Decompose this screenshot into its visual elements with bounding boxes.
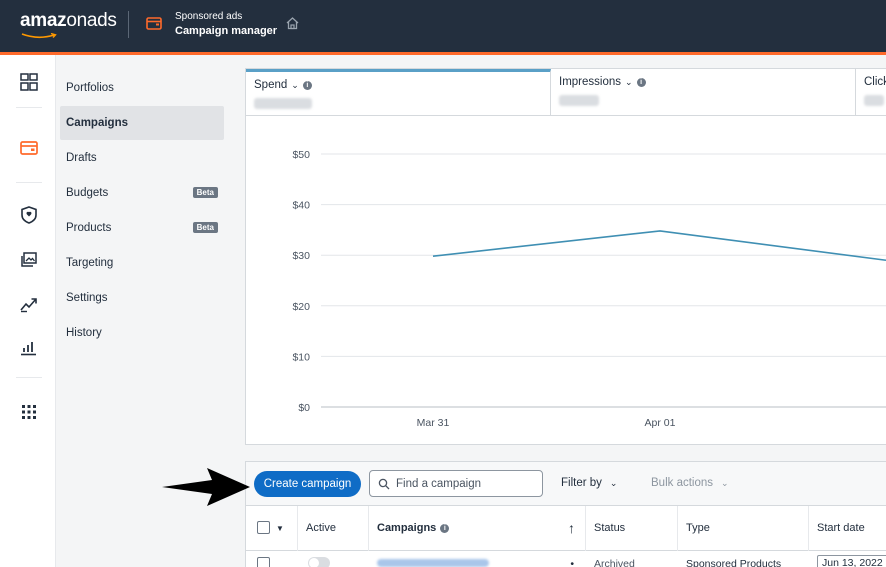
chevron-down-icon[interactable]: ⌄ xyxy=(625,77,633,87)
sidebar-item-settings[interactable]: Settings xyxy=(60,281,224,315)
campaign-start-date[interactable]: Jun 13, 2022 xyxy=(809,551,886,567)
performance-chart-card: Spend⌄i Impressions⌄i Click $0 $10 $20 $30 $… xyxy=(245,68,886,445)
column-header-type[interactable]: Type xyxy=(678,506,809,551)
table-header: ▼ Active Campaigns i ↑ Status Type Start d… xyxy=(246,506,886,551)
y-tick-label: $20 xyxy=(292,301,310,313)
campaign-status: Archived xyxy=(594,558,635,567)
bulk-actions-dropdown[interactable]: Bulk actions ⌄ xyxy=(651,477,729,489)
sidebar-item-drafts[interactable]: Drafts xyxy=(60,141,224,175)
campaigns-table-card: Create campaign Filter by⌄ Bulk actions⌄… xyxy=(245,461,886,567)
x-tick-label: Mar 31 xyxy=(417,417,450,429)
rail-separator xyxy=(16,377,42,378)
top-bar: amazonads Sponsored ads Campaign manager xyxy=(0,0,886,52)
sidebar-item-history[interactable]: History xyxy=(60,316,224,350)
metric-value-redacted xyxy=(559,95,599,106)
apps-grid-icon[interactable] xyxy=(19,402,39,422)
app-title[interactable]: Campaign manager xyxy=(175,25,277,37)
sidebar-item-targeting[interactable]: Targeting xyxy=(60,246,224,280)
column-header-start-date[interactable]: Start date xyxy=(809,506,886,551)
left-rail xyxy=(0,55,56,567)
info-icon[interactable]: i xyxy=(302,81,312,90)
y-tick-label: $30 xyxy=(292,250,310,262)
row-checkbox[interactable] xyxy=(246,551,298,567)
info-icon[interactable]: i xyxy=(636,78,646,87)
home-icon[interactable] xyxy=(285,16,300,30)
chevron-down-icon: ⌄ xyxy=(721,478,729,488)
metric-value-redacted xyxy=(864,95,884,106)
column-header-status[interactable]: Status xyxy=(586,506,678,551)
media-library-icon[interactable] xyxy=(19,250,39,270)
main-content: Spend⌄i Impressions⌄i Click $0 $10 $20 $30 $… xyxy=(232,55,886,567)
amazon-ads-logo[interactable]: amazonads xyxy=(20,10,117,32)
metric-value-redacted xyxy=(254,98,312,109)
y-tick-label: $10 xyxy=(292,351,310,363)
y-tick-label: $50 xyxy=(292,149,310,161)
wallet-icon xyxy=(146,17,162,30)
row-bullet: • xyxy=(570,558,574,567)
campaign-name-link[interactable]: • xyxy=(369,551,586,567)
reports-icon[interactable] xyxy=(19,337,39,357)
filter-by-dropdown[interactable]: Filter by ⌄ xyxy=(561,477,617,489)
sidebar-item-portfolios[interactable]: Portfolios xyxy=(60,71,224,105)
active-toggle[interactable] xyxy=(298,551,369,567)
top-divider xyxy=(128,11,129,38)
table-toolbar: Create campaign Filter by⌄ Bulk actions⌄ xyxy=(246,462,886,506)
column-header-active[interactable]: Active xyxy=(298,506,369,551)
chevron-down-icon: ⌄ xyxy=(609,478,618,488)
column-header-campaigns[interactable]: Campaigns i ↑ xyxy=(369,506,586,551)
sidebar-item-products[interactable]: Products Beta xyxy=(60,211,224,245)
chevron-down-icon[interactable]: ▼ xyxy=(276,524,284,533)
search-icon xyxy=(378,478,390,490)
campaign-search-box xyxy=(369,470,543,497)
rail-separator xyxy=(16,182,42,183)
campaign-manager-icon[interactable] xyxy=(19,138,39,158)
spend-line-chart: $0$10$20$30$40$50Mar 31Apr 01Apr xyxy=(292,149,886,429)
y-tick-label: $0 xyxy=(298,402,310,414)
measurement-icon[interactable] xyxy=(19,293,39,313)
chevron-down-icon[interactable]: ⌄ xyxy=(291,80,299,90)
logo-smile-icon xyxy=(21,33,57,39)
search-input[interactable] xyxy=(396,471,540,496)
table-row: • Archived Sponsored Products Jun 13, 20… xyxy=(246,551,886,567)
brand-protection-icon[interactable] xyxy=(19,205,39,225)
sort-ascending-icon[interactable]: ↑ xyxy=(568,506,575,551)
metric-tab-impressions[interactable]: Impressions ⌄ i xyxy=(551,69,856,116)
app-kicker: Sponsored ads xyxy=(175,11,243,22)
create-campaign-button[interactable]: Create campaign xyxy=(254,471,361,497)
dashboard-icon[interactable] xyxy=(19,72,39,92)
x-tick-label: Apr 01 xyxy=(645,417,676,429)
rail-separator xyxy=(16,107,42,108)
select-all-checkbox[interactable]: ▼ xyxy=(246,506,298,551)
spend-series-line xyxy=(432,230,886,262)
y-tick-label: $40 xyxy=(292,200,310,212)
metric-tab-spend[interactable]: Spend ⌄ i xyxy=(246,69,551,116)
beta-badge: Beta xyxy=(192,187,218,198)
campaign-type: Sponsored Products xyxy=(686,558,782,567)
metric-tab-clicks[interactable]: Click xyxy=(856,69,886,116)
info-icon[interactable]: i xyxy=(440,524,450,533)
sidebar-item-campaigns[interactable]: Campaigns xyxy=(60,106,224,140)
sidebar-item-budgets[interactable]: Budgets Beta xyxy=(60,176,224,210)
pointer-arrow-icon xyxy=(162,468,250,506)
beta-badge: Beta xyxy=(192,222,218,233)
